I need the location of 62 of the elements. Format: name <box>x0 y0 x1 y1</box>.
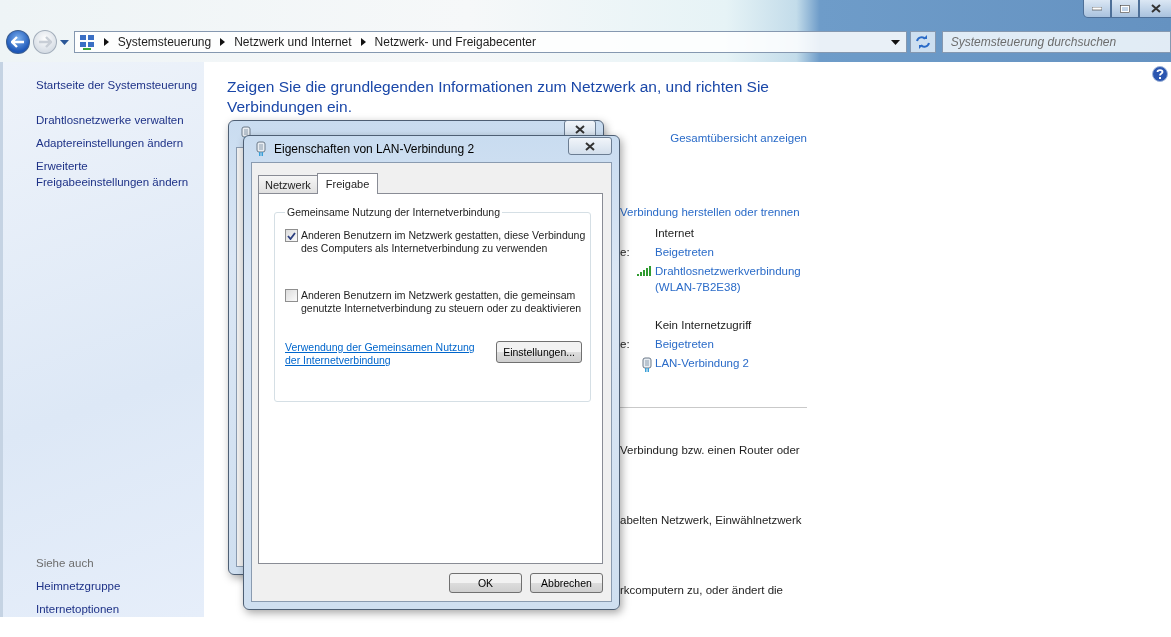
checkbox[interactable] <box>285 289 298 302</box>
close-button[interactable] <box>568 137 612 155</box>
settings-button[interactable]: Einstellungen... <box>496 341 582 363</box>
dropdown-icon[interactable] <box>890 39 900 45</box>
plug-icon <box>256 141 266 157</box>
sidebar-link[interactable]: Drahtlosnetzwerke verwalten <box>36 112 198 128</box>
page-heading: Zeigen Sie die grundlegenden Informationen zum Netzwerk an, und richten Sie Verbindungen ein. <box>227 77 770 117</box>
link[interactable]: Gesamtübersicht anzeigen <box>670 130 807 146</box>
address-bar[interactable]: Systemsteuerung Netzwerk und Internet Netzwerk- und Freigabecenter <box>73 31 907 53</box>
access-type: Kein Internetzugriff <box>655 318 753 333</box>
maximize-icon <box>1120 4 1130 13</box>
sidebar-link[interactable]: Heimnetzgruppe <box>36 578 198 594</box>
checkbox-label[interactable]: Anderen Benutzern im Netzwerk gestatten, die gemeinsam genutzte Internetverbindung zu steuern oder zu deaktivieren <box>301 289 588 315</box>
dialog-button[interactable]: Abbrechen <box>530 573 603 593</box>
field-label: e: <box>620 337 631 352</box>
arrow-left-icon <box>10 36 25 48</box>
connection-link[interactable]: Drahtlosnetzwerkverbindung (WLAN-7B2E38) <box>655 263 825 295</box>
access-type: Internet <box>655 226 695 241</box>
dialog-title: Eigenschaften von LAN-Verbindung 2 <box>274 142 475 156</box>
chevron-icon <box>360 38 366 46</box>
connection-link[interactable]: LAN-Verbindung 2 <box>655 355 825 373</box>
signal-icon <box>636 265 652 277</box>
breadcrumb-item[interactable]: Netzwerk und Internet <box>234 35 352 49</box>
breadcrumb-item[interactable]: Netzwerk- und Freigabecenter <box>374 35 537 49</box>
help-link[interactable]: Verwendung der Gemeinsamen Nutzung der Internetverbindung <box>285 341 480 367</box>
arrow-right-icon <box>37 36 52 48</box>
minimize-button[interactable] <box>1083 0 1111 18</box>
close-button[interactable] <box>1139 0 1171 18</box>
description-text: abelten Netzwerk, Einwählnetzwerk <box>620 513 803 528</box>
description-text: rkcomputern zu, oder ändert die <box>620 583 784 598</box>
link[interactable]: Beigetreten <box>655 336 825 352</box>
minimize-icon <box>1092 6 1102 11</box>
chevron-icon <box>103 38 109 46</box>
refresh-icon <box>914 35 931 49</box>
help-icon[interactable] <box>1152 66 1168 82</box>
description-text: Verbindung bzw. einen Router oder <box>620 443 801 458</box>
sidebar-link[interactable]: Adaptereinstellungen ändern <box>36 135 198 151</box>
search-field[interactable]: Systemsteuerung durchsuchen <box>941 31 1171 53</box>
chevron-icon <box>220 38 226 46</box>
group-title: Gemeinsame Nutzung der Internetverbindung <box>286 206 502 218</box>
field-label: e: <box>620 245 631 260</box>
tab[interactable]: Freigabe <box>316 173 379 194</box>
dropdown-icon[interactable] <box>59 39 69 45</box>
tab[interactable]: Netzwerk <box>258 175 318 193</box>
breadcrumb-item[interactable]: Systemsteuerung <box>117 35 212 49</box>
dialog-button[interactable]: OK <box>449 573 522 593</box>
plug-icon <box>642 357 652 373</box>
checkbox-label[interactable]: Anderen Benutzern im Netzwerk gestatten, diese Verbindung des Computers als Internetverbindung zu verwenden <box>301 229 588 255</box>
link[interactable]: Beigetreten <box>655 244 825 260</box>
sidebar-link[interactable]: Startseite der Systemsteuerung <box>36 77 198 93</box>
sidebar-link[interactable]: Internetoptionen <box>36 601 198 617</box>
close-icon <box>585 141 595 151</box>
close-icon <box>575 124 585 134</box>
back-button[interactable] <box>6 30 30 54</box>
maximize-button[interactable] <box>1111 0 1139 18</box>
section-title: Siehe auch <box>36 556 95 571</box>
sidebar-link[interactable]: Erweiterte Freigabeeinstellungen ändern <box>36 158 196 190</box>
link[interactable]: Verbindung herstellen oder trennen <box>620 204 825 220</box>
refresh-button[interactable] <box>909 31 936 53</box>
checkbox[interactable] <box>285 229 298 242</box>
control-panel-icon <box>78 34 95 50</box>
close-icon <box>1150 4 1161 13</box>
